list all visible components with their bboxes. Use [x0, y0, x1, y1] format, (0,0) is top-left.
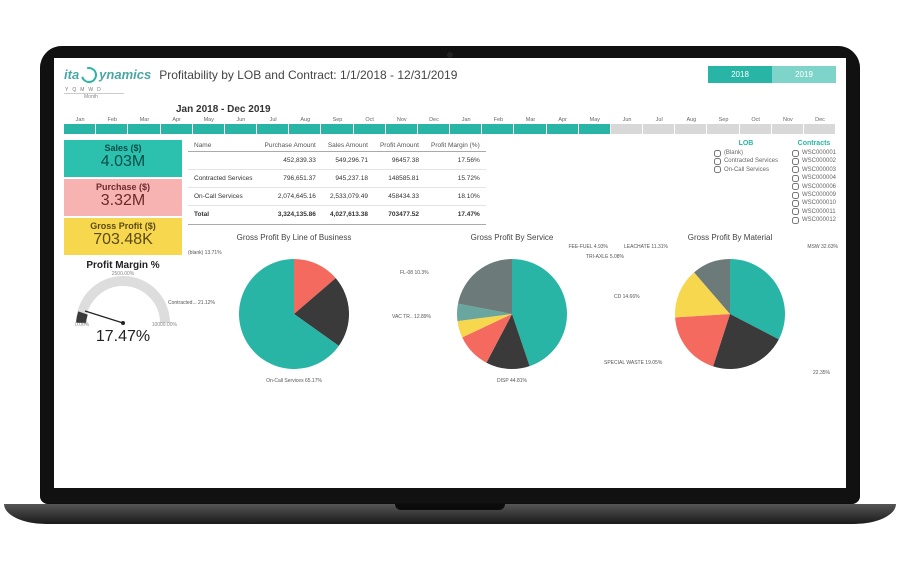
filter-item[interactable]: WSC000006	[792, 183, 836, 191]
pie-slice-label: 22.35%	[813, 370, 830, 376]
kpi-profit-margin: Profit Margin % 2500.00% 0.00% 10000.00%	[64, 257, 182, 352]
table-row[interactable]: On-Call Services2,074,645.162,533,079.49…	[188, 188, 486, 206]
pie-slice-label: SPECIAL WASTE 19.05%	[604, 360, 662, 366]
filter-lob[interactable]: LOB (Blank)Contracted ServicesOn-Call Se…	[714, 140, 778, 225]
filter-item[interactable]: WSC000012	[792, 216, 836, 224]
laptop-base	[4, 504, 896, 524]
pie-slice-label: FL-08 10.3%	[400, 270, 429, 276]
filter-item[interactable]: WSC000004	[792, 174, 836, 182]
filter-item[interactable]: (Blank)	[714, 149, 778, 157]
pie-slice-label: LEACHATE 11.31%	[624, 244, 668, 250]
pie-slice-label: FEE-FUEL 4.93%	[568, 244, 608, 250]
pie-chart[interactable]: Gross Profit By Line of Business (blank) …	[188, 233, 400, 384]
filter-item[interactable]: WSC000009	[792, 191, 836, 199]
filter-item[interactable]: WSC000001	[792, 149, 836, 157]
table-row[interactable]: 452,839.33549,296.7196457.3817.56%	[188, 152, 486, 170]
granularity-picker[interactable]: YQMWD	[64, 87, 124, 94]
chart-title: Gross Profit By Line of Business	[188, 233, 400, 242]
page-title: Profitability by LOB and Contract: 1/1/2…	[159, 68, 457, 82]
profit-table[interactable]: NamePurchase AmountSales AmountProfit Am…	[188, 140, 486, 225]
year-button-2019[interactable]: 2019	[772, 66, 836, 83]
pie-slice-label: MSW 32.63%	[807, 244, 838, 250]
gauge-chart: 2500.00% 0.00% 10000.00%	[73, 273, 173, 328]
filter-item[interactable]: On-Call Services	[714, 166, 778, 174]
timeline-labels: JanFebMarAprMayJunJulAugSepOctNovDecJanF…	[64, 117, 836, 124]
filter-item[interactable]: Contracted Services	[714, 157, 778, 165]
table-row[interactable]: Total3,324,135.864,027,613.38703477.5217…	[188, 206, 486, 224]
laptop-mock: itaynamics Profitability by LOB and Cont…	[40, 46, 860, 524]
kpi-purchase: Purchase ($)3.32M	[64, 179, 182, 216]
table-row[interactable]: Contracted Services796,651.37945,237.181…	[188, 170, 486, 188]
pie-slice-label: CD 14.66%	[614, 294, 640, 300]
timeline-slider[interactable]	[64, 124, 836, 134]
filter-item[interactable]: WSC000010	[792, 199, 836, 207]
pie-chart[interactable]: Gross Profit By Material LEACHATE 11.31% M…	[624, 233, 836, 384]
chart-title: Gross Profit By Material	[624, 233, 836, 242]
filter-item[interactable]: WSC000011	[792, 208, 836, 216]
logo-swirl-icon	[78, 64, 100, 86]
logo: itaynamics	[64, 67, 151, 83]
pie-slice-label: VAC TR.. 12.89%	[392, 314, 431, 320]
pie-slice-label: On-Call Services 65.17%	[266, 378, 322, 384]
pie-slice-label: TRI-AXLE 5.08%	[586, 254, 624, 260]
pie-slice-label: (blank) 13.71%	[188, 250, 222, 256]
kpi-gross-profit: Gross Profit ($)703.48K	[64, 218, 182, 255]
chart-title: Gross Profit By Service	[406, 233, 618, 242]
filter-item[interactable]: WSC000002	[792, 157, 836, 165]
filter-item[interactable]: WSC000003	[792, 166, 836, 174]
pie-chart[interactable]: Gross Profit By ServiceFEE-FUEL 4.93%TRI…	[406, 233, 618, 384]
pie-slice-label: DISP 44.81%	[497, 378, 527, 384]
pie-slice-label: Contracted... 21.12%	[168, 300, 215, 306]
range-caption: Jan 2018 - Dec 2019	[176, 104, 836, 115]
dashboard: itaynamics Profitability by LOB and Cont…	[54, 58, 846, 488]
granularity-caption: Month	[84, 94, 836, 100]
year-button-2018[interactable]: 2018	[708, 66, 772, 83]
filter-contracts[interactable]: Contracts WSC000001WSC000002WSC000003WSC…	[792, 140, 836, 225]
kpi-sales: Sales ($)4.03M	[64, 140, 182, 177]
